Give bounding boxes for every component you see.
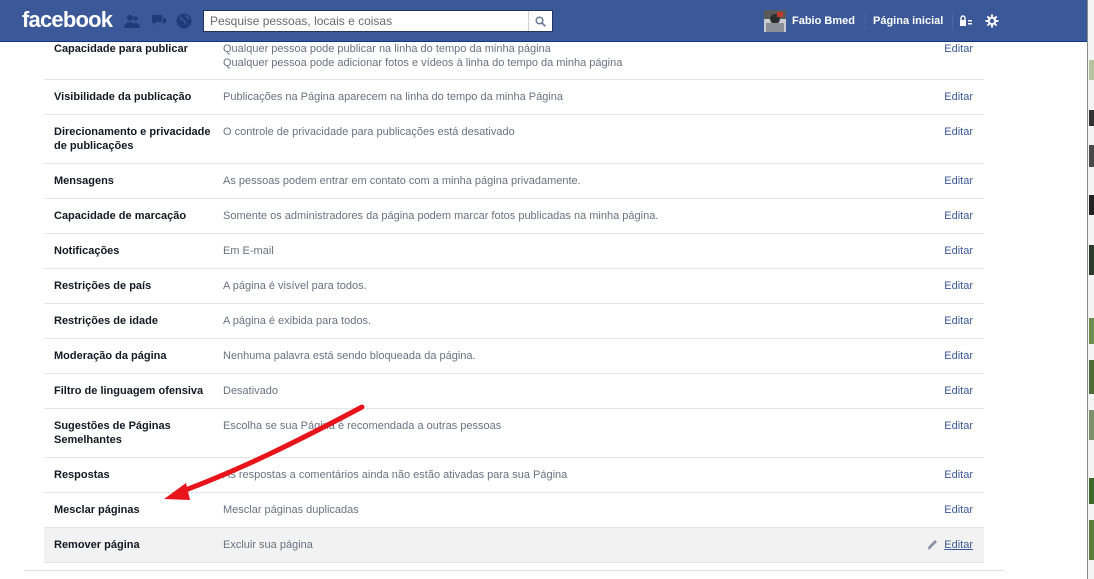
nav-separator xyxy=(952,12,953,30)
setting-label: Sugestões de Páginas Semelhantes xyxy=(54,420,171,446)
settings-row-notifications: Notificações Em E-mail Editar xyxy=(44,234,984,269)
edit-link[interactable]: Editar xyxy=(944,42,973,56)
setting-label: Visibilidade da publicação xyxy=(54,91,192,103)
home-link[interactable]: Página inicial xyxy=(873,15,943,27)
settings-row-country-restrictions: Restrições de país A página é visível pa… xyxy=(44,269,984,304)
side-thumbnail xyxy=(1089,318,1094,344)
settings-row-tagging-ability: Capacidade de marcação Somente os admini… xyxy=(44,199,984,234)
setting-description: Publicações na Página aparecem na linha … xyxy=(223,91,564,103)
settings-row-merge-pages: Mesclar páginas Mesclar páginas duplicad… xyxy=(44,493,984,528)
setting-description: Excluir sua página xyxy=(223,539,313,551)
setting-description: Nenhuma palavra está sendo bloqueada da … xyxy=(223,350,476,362)
profile-name-link[interactable]: Fabio Bmed xyxy=(792,15,855,27)
edit-link[interactable]: Editar xyxy=(944,125,973,139)
edit-link[interactable]: Editar xyxy=(944,419,973,433)
side-thumbnail xyxy=(1089,110,1094,126)
edit-link[interactable]: Editar xyxy=(944,349,973,363)
privacy-shortcuts-icon[interactable] xyxy=(959,14,973,28)
settings-row-similar-page-suggestions: Sugestões de Páginas Semelhantes Escolha… xyxy=(44,409,984,458)
settings-row-age-restrictions: Restrições de idade A página é exibida p… xyxy=(44,304,984,339)
side-thumbnail xyxy=(1089,60,1094,80)
setting-description: A página é exibida para todos. xyxy=(223,315,372,327)
edit-link[interactable]: Editar xyxy=(944,503,973,517)
settings-gear-icon[interactable] xyxy=(985,14,999,28)
settings-row-post-visibility: Visibilidade da publicação Publicações n… xyxy=(44,80,984,115)
notifications-globe-icon[interactable] xyxy=(176,13,192,29)
setting-label: Restrições de idade xyxy=(54,315,158,327)
page-settings-list: Capacidade para publicar Qualquer pessoa… xyxy=(44,41,984,563)
setting-description: As respostas a comentários ainda não est… xyxy=(223,469,568,481)
settings-row-post-targeting: Direcionamento e privacidade de publicaç… xyxy=(44,115,984,164)
setting-label: Moderação da página xyxy=(54,350,167,362)
search-button[interactable] xyxy=(528,11,552,31)
facebook-logo[interactable]: facebook xyxy=(22,7,113,33)
setting-description: As pessoas podem entrar em contato com a… xyxy=(223,175,581,187)
search-icon xyxy=(535,15,546,27)
edit-link[interactable]: Editar xyxy=(944,384,973,398)
side-thumbnail xyxy=(1089,245,1094,275)
edit-link[interactable]: Editar xyxy=(944,244,973,258)
bottom-divider xyxy=(24,570,1004,571)
edit-link[interactable]: Editar xyxy=(944,209,973,223)
setting-description: O controle de privacidade para publicaçõ… xyxy=(223,126,515,138)
setting-label: Capacidade para publicar xyxy=(54,43,188,55)
setting-label: Restrições de país xyxy=(54,280,152,292)
edit-link[interactable]: Editar xyxy=(944,174,973,188)
side-thumbnail xyxy=(1089,195,1094,215)
settings-row-replies: Respostas As respostas a comentários ain… xyxy=(44,458,984,493)
friend-requests-icon[interactable] xyxy=(124,13,140,29)
side-thumbnail xyxy=(1089,145,1094,167)
side-thumbnail xyxy=(1089,520,1094,560)
side-thumbnail xyxy=(1089,360,1094,394)
setting-label: Remover página xyxy=(54,539,140,551)
setting-label: Mesclar páginas xyxy=(54,504,140,516)
pencil-icon[interactable] xyxy=(927,539,938,550)
side-thumbnail xyxy=(1089,410,1094,440)
edit-link[interactable]: Editar xyxy=(944,90,973,104)
setting-label: Notificações xyxy=(54,245,120,257)
setting-label: Respostas xyxy=(54,469,110,481)
settings-row-profanity-filter: Filtro de linguagem ofensiva Desativado … xyxy=(44,374,984,409)
edit-link[interactable]: Editar xyxy=(944,314,973,328)
setting-description: Escolha se sua Página é recomendada a ou… xyxy=(223,420,502,432)
settings-row-page-moderation: Moderação da página Nenhuma palavra está… xyxy=(44,339,984,374)
settings-row-messages: Mensagens As pessoas podem entrar em con… xyxy=(44,164,984,199)
side-thumbnail xyxy=(1089,478,1094,504)
nav-separator xyxy=(865,12,866,30)
setting-label: Capacidade de marcação xyxy=(54,210,187,222)
settings-row-remove-page: Remover página Excluir sua página Editar xyxy=(44,528,984,563)
avatar[interactable] xyxy=(764,10,786,32)
edit-link[interactable]: Editar xyxy=(944,468,973,482)
setting-description: Mesclar páginas duplicadas xyxy=(223,504,359,516)
setting-description: Somente os administradores da página pod… xyxy=(223,210,659,222)
setting-label: Filtro de linguagem ofensiva xyxy=(54,385,204,397)
top-navigation-bar: facebook Fabio Bmed Página inicial xyxy=(0,0,1087,42)
setting-label: Direcionamento e privacidade de publicaç… xyxy=(54,126,211,152)
search-box xyxy=(203,10,553,32)
search-input[interactable] xyxy=(204,11,528,31)
messages-icon[interactable] xyxy=(151,13,167,29)
setting-description: A página é visível para todos. xyxy=(223,280,367,292)
edit-link[interactable]: Editar xyxy=(944,538,973,552)
setting-description: Desativado xyxy=(223,385,279,397)
setting-label: Mensagens xyxy=(54,175,114,187)
setting-description: Em E-mail xyxy=(223,245,274,257)
setting-description: Qualquer pessoa pode publicar na linha d… xyxy=(223,43,623,69)
settings-row-posting-ability: Capacidade para publicar Qualquer pessoa… xyxy=(44,41,984,80)
edit-link[interactable]: Editar xyxy=(944,279,973,293)
